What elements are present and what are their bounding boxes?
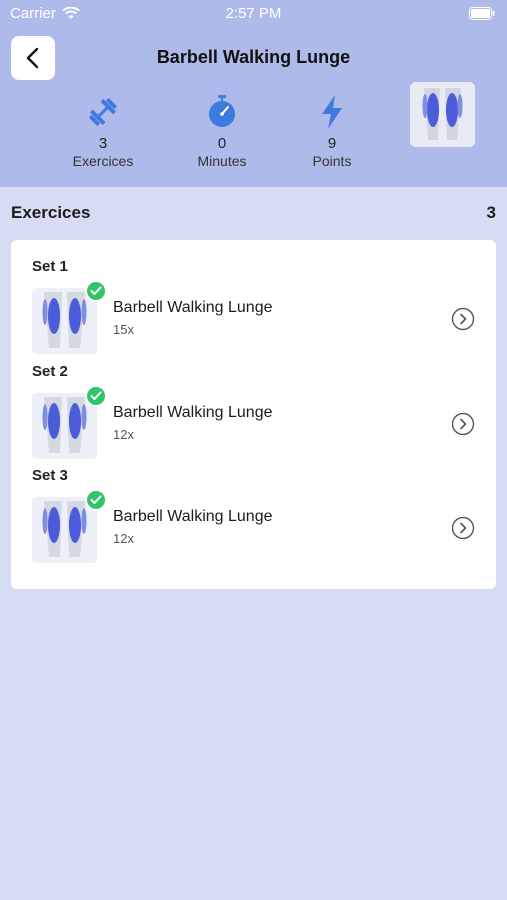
- page-title: Barbell Walking Lunge: [156, 47, 351, 67]
- stat-minutes: 0 Minutes: [167, 92, 277, 170]
- muscle-diagram-image: [410, 82, 475, 147]
- chevron-left-icon: [26, 47, 39, 69]
- section-title: Exercices: [11, 203, 91, 222]
- exercise-name: Barbell Walking Lunge: [113, 299, 273, 316]
- exercises-section-header: Exercices 3: [11, 203, 496, 223]
- section-count: 3: [486, 203, 496, 222]
- set-label: Set 1: [32, 258, 68, 275]
- exercise-reps: 12x: [113, 531, 134, 546]
- exercise-name: Barbell Walking Lunge: [113, 508, 273, 525]
- set-row[interactable]: Set 3 Barbell Walking Lunge 12x: [11, 449, 496, 563]
- set-label: Set 2: [32, 363, 68, 380]
- back-button[interactable]: [11, 36, 55, 80]
- completed-check-icon: [85, 280, 107, 302]
- exercise-reps: 15x: [113, 322, 134, 337]
- dumbbell-icon: [89, 98, 117, 126]
- stat-exercises-label: Exercices: [72, 153, 134, 169]
- set-row[interactable]: Set 1 Barbell Walking Lunge 15x: [11, 240, 496, 354]
- chevron-right-circle-icon[interactable]: [451, 516, 475, 540]
- stat-points: 9 Points: [277, 92, 387, 170]
- status-bar: Carrier 2:57 PM: [0, 0, 507, 27]
- exercise-name: Barbell Walking Lunge: [113, 404, 273, 421]
- sets-card: Set 1 Barbell Walking Lunge 15x Set 2 Ba…: [11, 240, 496, 589]
- stat-minutes-label: Minutes: [197, 153, 247, 169]
- exercise-reps: 12x: [113, 427, 134, 442]
- stat-points-value: 9: [327, 135, 337, 152]
- battery-icon: [469, 7, 495, 20]
- stat-minutes-value: 0: [217, 135, 227, 152]
- stat-exercises-value: 3: [98, 135, 108, 152]
- stat-exercises: 3 Exercices: [48, 92, 158, 170]
- lightning-icon: [322, 95, 342, 129]
- stat-points-label: Points: [312, 153, 352, 169]
- completed-check-icon: [85, 385, 107, 407]
- chevron-right-circle-icon[interactable]: [451, 307, 475, 331]
- stopwatch-icon: [209, 95, 235, 127]
- chevron-right-circle-icon[interactable]: [451, 412, 475, 436]
- clock: 2:57 PM: [225, 5, 282, 22]
- completed-check-icon: [85, 489, 107, 511]
- set-label: Set 3: [32, 467, 68, 484]
- set-row[interactable]: Set 2 Barbell Walking Lunge 12x: [11, 345, 496, 459]
- legs-muscle-icon: [410, 82, 475, 147]
- workout-header: Barbell Walking Lunge 3 Exercices 0 Minu…: [0, 27, 507, 187]
